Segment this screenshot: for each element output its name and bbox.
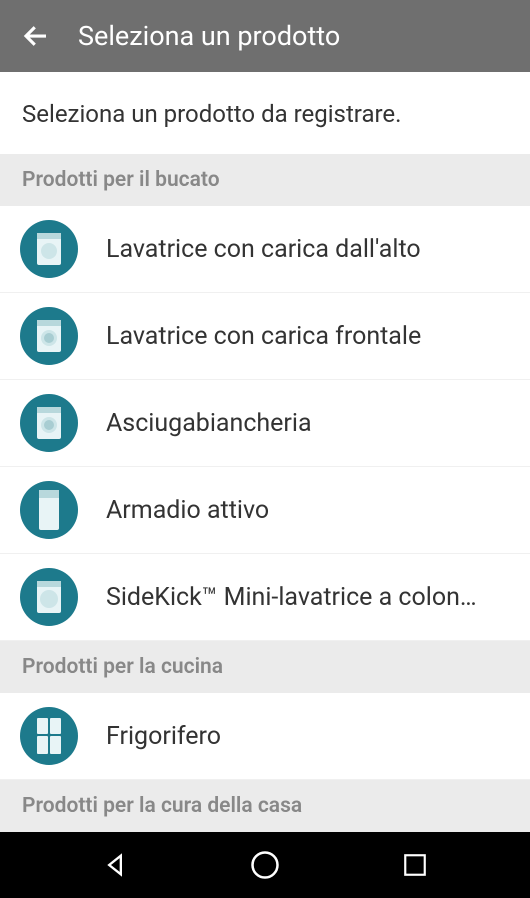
fridge-icon [20,707,78,765]
mini-washer-icon [20,568,78,626]
dryer-icon [20,394,78,452]
square-recent-icon [402,852,428,878]
back-button[interactable] [18,18,54,54]
back-arrow-icon [21,21,51,51]
circle-home-icon [250,850,280,880]
list-item-mini-washer[interactable]: SideKick™ Mini-lavatrice a colon… [0,554,530,641]
washer-top-icon [20,220,78,278]
item-label: Lavatrice con carica frontale [106,322,510,351]
washer-front-icon [20,307,78,365]
item-label: Armadio attivo [106,496,510,525]
list-item-dryer[interactable]: Asciugabiancheria [0,380,530,467]
item-label: SideKick™ Mini-lavatrice a colon… [106,583,510,612]
list-item-washer-front[interactable]: Lavatrice con carica frontale [0,293,530,380]
list-item-closet[interactable]: Armadio attivo [0,467,530,554]
item-label: Lavatrice con carica dall'alto [106,235,510,264]
section-header-laundry: Prodotti per il bucato [0,154,530,206]
page-title: Seleziona un prodotto [78,20,340,52]
section-header-homecare: Prodotti per la cura della casa [0,780,530,832]
content-area: Seleziona un prodotto da registrare. Pro… [0,72,530,832]
navigation-bar [0,832,530,898]
app-bar: Seleziona un prodotto [0,0,530,72]
item-label: Asciugabiancheria [106,409,510,438]
list-item-washer-top[interactable]: Lavatrice con carica dall'alto [0,206,530,293]
nav-recent-button[interactable] [395,845,435,885]
nav-home-button[interactable] [245,845,285,885]
section-header-kitchen: Prodotti per la cucina [0,641,530,693]
triangle-back-icon [101,851,129,879]
list-item-fridge[interactable]: Frigorifero [0,693,530,780]
item-label: Frigorifero [106,722,510,751]
subtitle: Seleziona un prodotto da registrare. [0,72,530,154]
closet-icon [20,481,78,539]
nav-back-button[interactable] [95,845,135,885]
